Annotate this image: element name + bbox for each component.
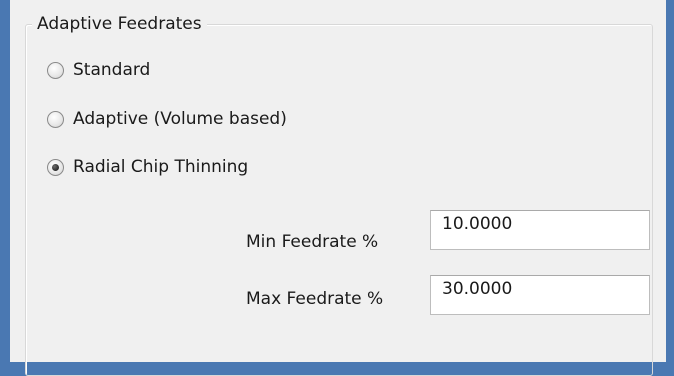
radio-label-radial-chip-thinning: Radial Chip Thinning [73,157,249,177]
radio-button-standard[interactable] [47,61,64,79]
radio-label-standard: Standard [73,60,151,80]
min-feedrate-input[interactable] [430,210,650,250]
max-feedrate-label: Max Feedrate % [246,289,384,309]
radio-selected-dot [52,163,59,171]
radio-adaptive-volume-based[interactable]: Adaptive (Volume based) [47,106,287,132]
radio-label-adaptive-volume-based: Adaptive (Volume based) [73,109,287,129]
radio-button-adaptive-volume-based[interactable] [47,110,64,128]
min-feedrate-label: Min Feedrate % [246,232,379,252]
radio-standard[interactable]: Standard [47,57,150,83]
radio-button-radial-chip-thinning[interactable] [47,158,64,176]
adaptive-feedrates-panel: Adaptive Feedrates Standard Adaptive (Vo… [10,0,666,376]
groupbox-title: Adaptive Feedrates [32,12,207,36]
radio-radial-chip-thinning[interactable]: Radial Chip Thinning [47,154,248,180]
max-feedrate-input[interactable] [430,275,650,315]
